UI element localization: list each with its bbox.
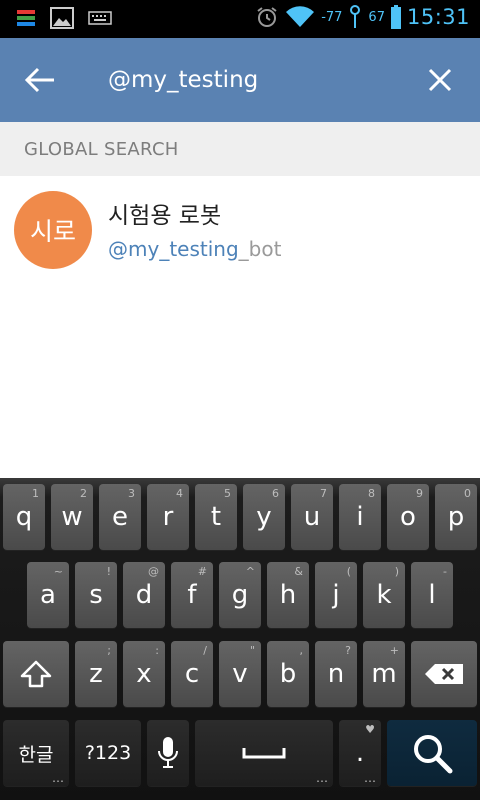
symbols-key[interactable]: ?123 [75,720,141,786]
key-v[interactable]: " v [219,641,261,707]
key-l[interactable]: -l [411,562,453,628]
avatar: 시로 [14,191,92,269]
clear-search-button[interactable] [414,56,466,104]
space-key[interactable]: … [195,720,333,786]
username-rest: _bot [238,237,282,261]
signal-icon [348,4,362,30]
signal-strength-text: -77 [321,9,343,25]
key-i[interactable]: 8i [339,484,381,550]
search-input[interactable] [108,62,408,98]
key-a[interactable]: ~ a [27,562,69,628]
global-search-header: GLOBAL SEARCH [0,122,480,176]
sim-icon [16,9,36,27]
notification-icons [16,7,112,29]
backspace-icon [425,664,463,684]
key-w[interactable]: 2w [51,484,93,550]
search-app-bar [0,38,480,122]
close-icon [428,68,452,92]
space-bar-icon [242,748,286,759]
alarm-icon [255,5,279,29]
key-q[interactable]: 1q [3,484,45,550]
gallery-icon [50,7,74,29]
language-key[interactable]: 한글… [3,720,69,786]
key-n[interactable]: ? n [315,641,357,707]
key-j[interactable]: (j [315,562,357,628]
key-u[interactable]: 7u [291,484,333,550]
shift-key[interactable] [3,641,69,707]
system-icons: -77 67 15:31 [255,4,470,30]
section-title: GLOBAL SEARCH [24,139,179,160]
key-o[interactable]: 9o [387,484,429,550]
heart-hint-icon: ♥ [365,723,375,736]
more-dots: … [316,771,328,785]
keyboard-notification-icon [88,10,112,26]
arrow-left-icon [24,67,54,93]
key-h[interactable]: & h [267,562,309,628]
key-e[interactable]: 3e [99,484,141,550]
key-s[interactable]: ! s [75,562,117,628]
key-r[interactable]: 4r [147,484,189,550]
wifi-icon [285,5,315,29]
key-t[interactable]: 5t [195,484,237,550]
battery-icon [390,5,401,29]
status-bar: -77 67 15:31 [0,0,480,38]
result-username: @my_testing_bot [108,237,281,261]
more-dots: … [52,771,64,785]
result-name: 시험용 로봇 [108,203,222,229]
period-key[interactable]: ♥.… [339,720,381,786]
key-d[interactable]: @ d [123,562,165,628]
search-result-item[interactable]: 시로 시험용 로봇 @my_testing_bot [0,176,480,284]
key-m[interactable]: + m [363,641,405,707]
clock: 15:31 [406,5,470,29]
key-b[interactable]: ,b [267,641,309,707]
key-z[interactable]: ; z [75,641,117,707]
key-x[interactable]: :x [123,641,165,707]
username-match: @my_testing [108,237,239,261]
battery-percent-text: 67 [368,9,385,25]
key-y[interactable]: 6y [243,484,285,550]
search-key[interactable] [387,720,477,786]
key-k[interactable]: ) k [363,562,405,628]
microphone-key[interactable] [147,720,189,786]
soft-keyboard: 1q 2w 3e 4r 5t 6y 7u 8i 9o 0p ~ a ! s @ d #… [0,478,480,800]
more-dots: … [364,771,376,785]
shift-icon [20,660,52,688]
search-icon [414,735,453,774]
back-button[interactable] [14,56,66,104]
microphone-icon [158,737,178,768]
backspace-key[interactable] [411,641,477,707]
key-g[interactable]: ^ g [219,562,261,628]
key-p[interactable]: 0p [435,484,477,550]
key-c[interactable]: / c [171,641,213,707]
key-f[interactable]: # f [171,562,213,628]
